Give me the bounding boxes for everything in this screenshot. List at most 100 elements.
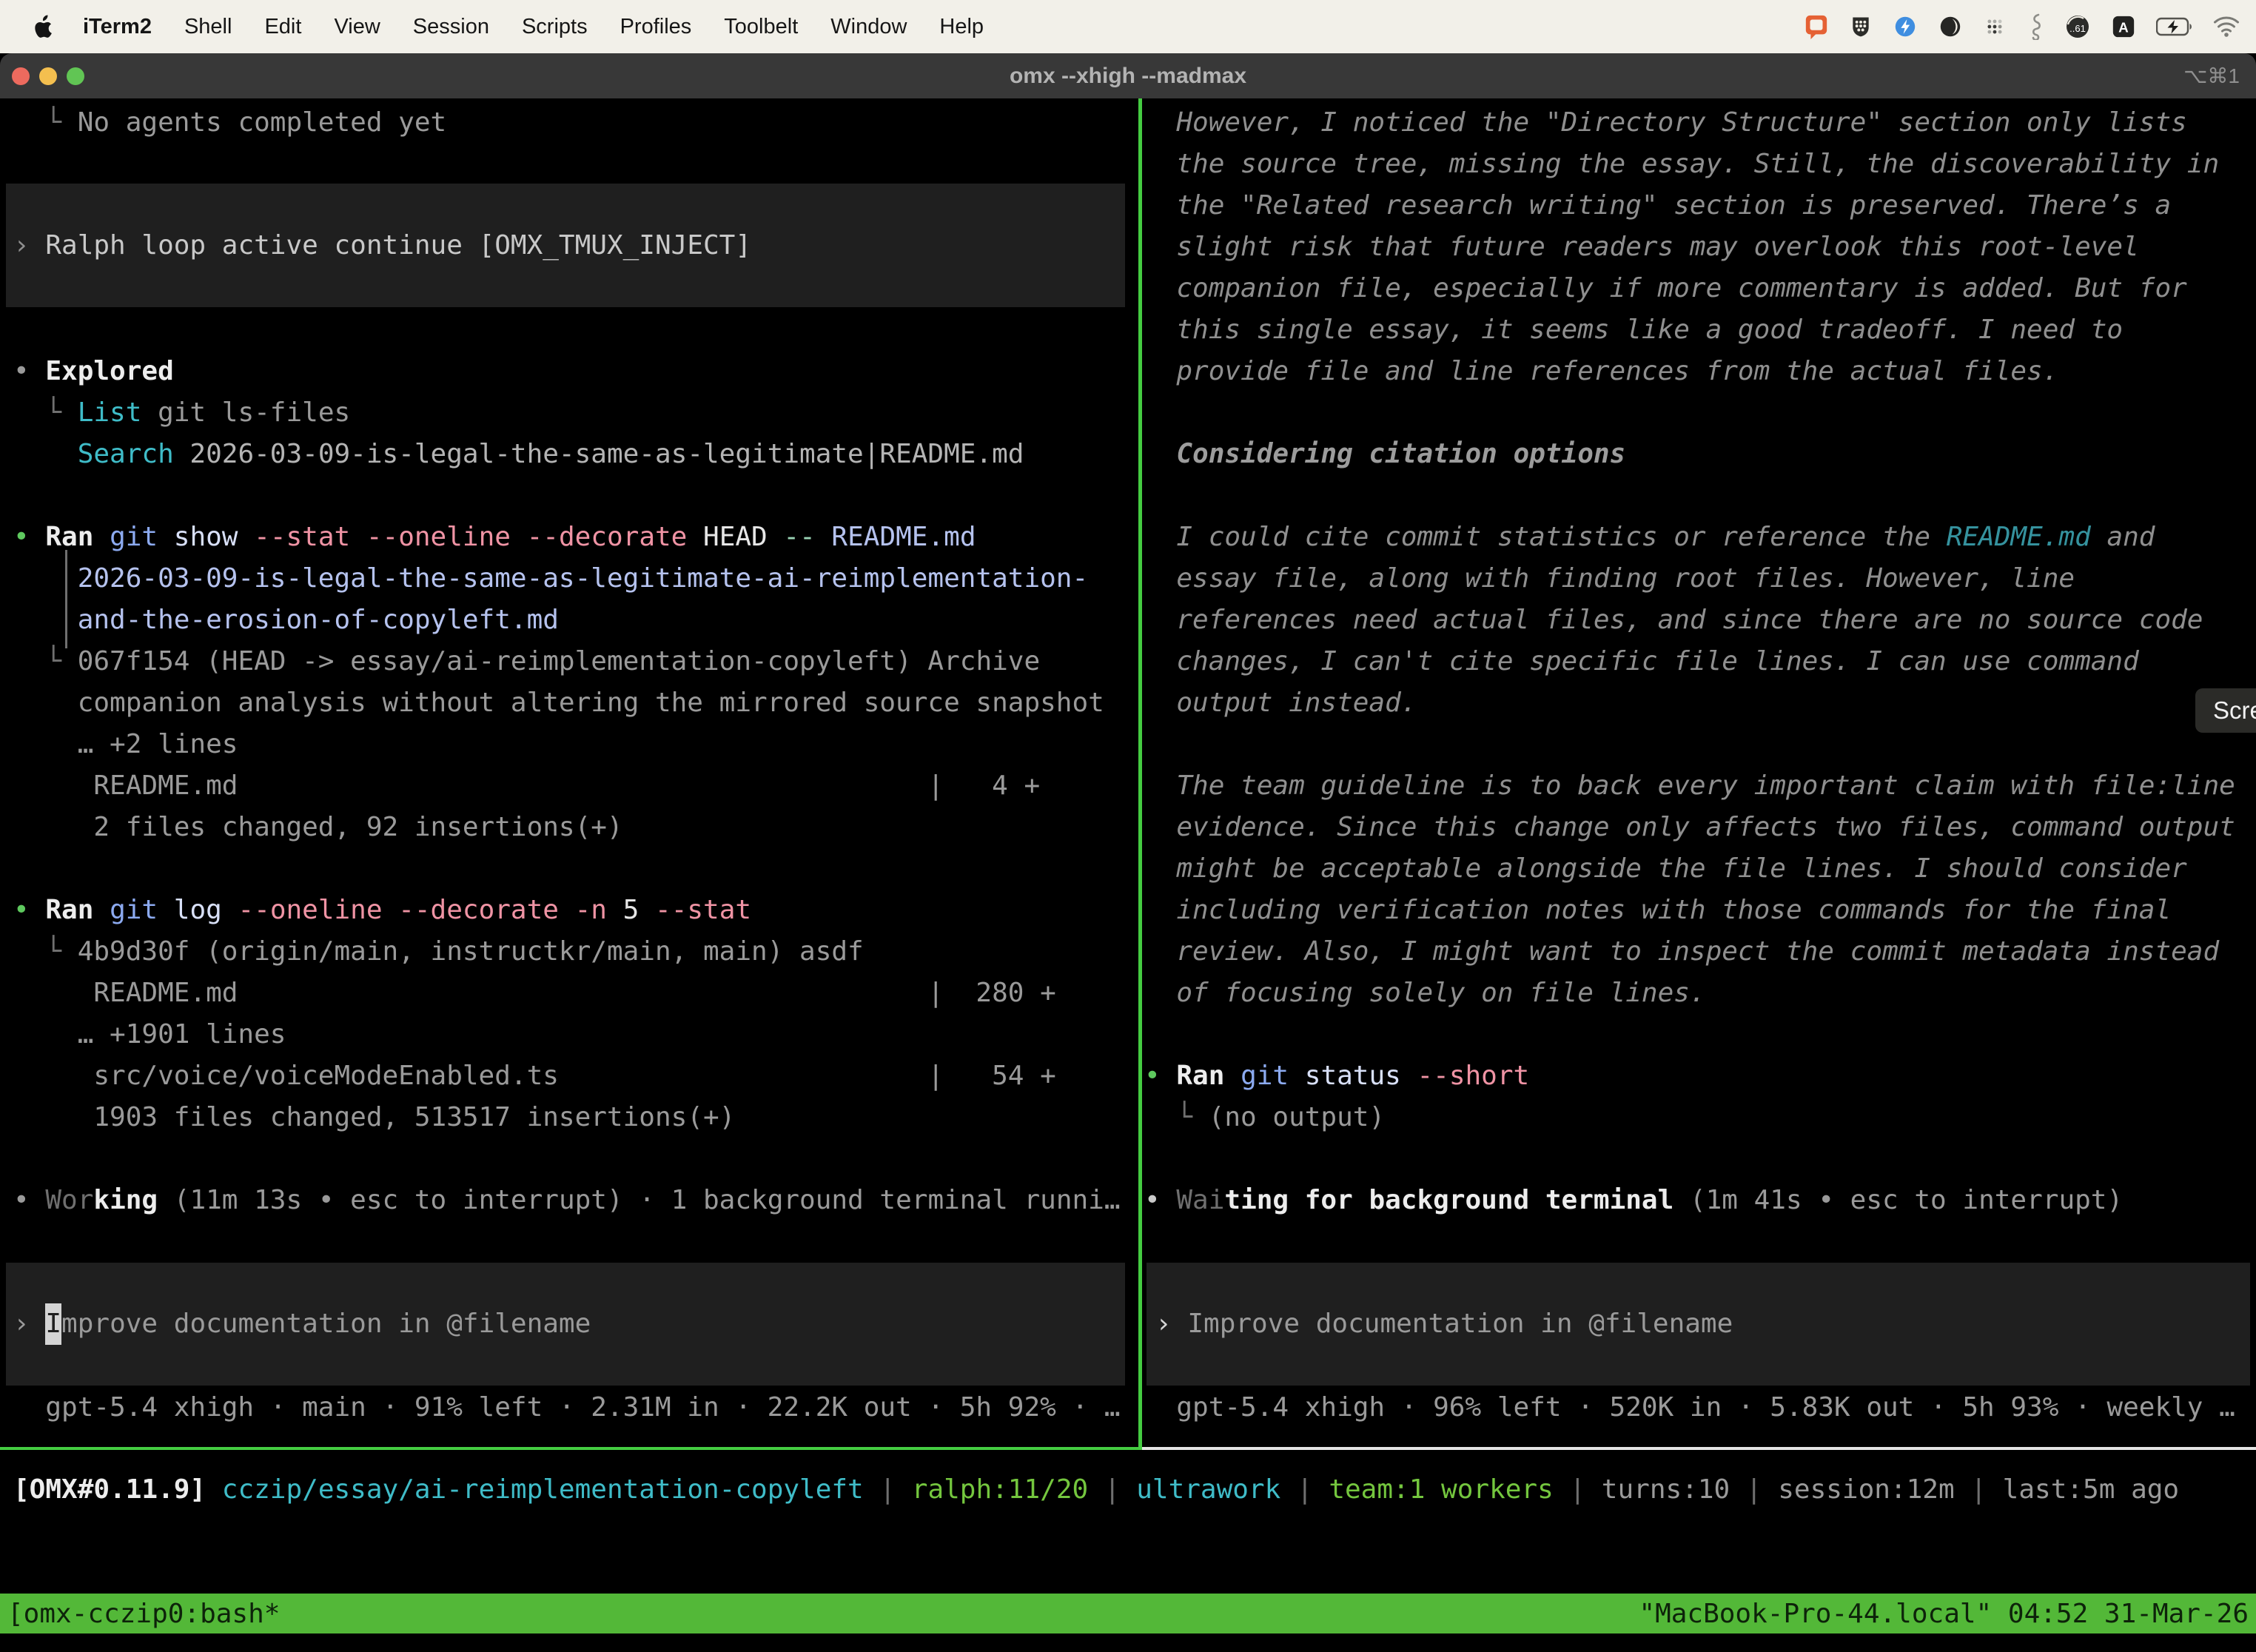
- omx-status-segment: |: [1730, 1474, 1778, 1505]
- omx-status-segment: last:5m ago: [2003, 1474, 2179, 1505]
- tmux-status-bar: [omx-cczip0:bash* "MacBook-Pro-44.local"…: [0, 1594, 2256, 1633]
- terminal-line: changes, I can't cite specific file line…: [1144, 641, 2256, 682]
- menu-item-scripts[interactable]: Scripts: [522, 15, 588, 39]
- terminal-line: references need actual files, and since …: [1144, 600, 2256, 641]
- dark-crescent-icon[interactable]: [1938, 14, 1963, 39]
- text-segment: references need actual files, and since …: [1144, 605, 2203, 635]
- omx-status-segment: ralph:11/20: [912, 1474, 1088, 1505]
- menu-item-view[interactable]: View: [334, 15, 380, 39]
- omx-status-bar: [OMX#0.11.9] cczip/essay/ai-reimplementa…: [13, 1469, 2179, 1511]
- terminal-line: of focusing solely on file lines.: [1144, 973, 2256, 1014]
- text-segment: However, I noticed the "Directory Struct…: [1144, 107, 2187, 138]
- menu-bar: iTerm2 Shell Edit View Session Scripts Profil…: [0, 0, 2256, 53]
- screen: { "window": { "title": "omx --xhigh --ma…: [0, 0, 2256, 1652]
- text-segment: (11m 13s • esc to interrupt) · 1 backgro…: [158, 1185, 1120, 1215]
- text-segment: HEAD: [703, 522, 783, 552]
- menu-item-window[interactable]: Window: [830, 15, 907, 39]
- menu-items: iTerm2 Shell Edit View Session Scripts Profil…: [83, 15, 984, 39]
- text-segment: I could cite commit statistics or refere…: [1144, 522, 1947, 552]
- omx-status-segment: |: [1088, 1474, 1136, 1505]
- text-segment: companion analysis without altering the …: [13, 688, 1104, 718]
- terminal-line: [13, 1138, 1138, 1180]
- battery-icon[interactable]: [2156, 16, 2193, 37]
- omx-status-segment: team:1 workers: [1329, 1474, 1553, 1505]
- terminal-line: the source tree, missing the essay. Stil…: [1144, 144, 2256, 185]
- menu-item-profiles[interactable]: Profiles: [620, 15, 692, 39]
- text-segment: the source tree, missing the essay. Stil…: [1144, 149, 2219, 179]
- text-segment: the "Related research writing" section i…: [1144, 190, 2171, 221]
- pane-border-bottom-right: [1142, 1447, 2256, 1450]
- text-segment: slight risk that future readers may over…: [1144, 232, 2139, 262]
- wifi-icon[interactable]: [2213, 16, 2240, 38]
- chat-app-icon[interactable]: [1804, 13, 1829, 40]
- text-segment: git ls-files: [141, 397, 350, 428]
- text-segment: --oneline --decorate: [238, 895, 574, 925]
- omx-status-segment: |: [1280, 1474, 1329, 1505]
- terminal-line: review. Also, I might want to inspect th…: [1144, 931, 2256, 973]
- terminal-line: • Ran git log --oneline --decorate -n 5 …: [13, 890, 1138, 931]
- text-segment: Wor: [45, 1185, 93, 1215]
- terminal-line: gpt-5.4 xhigh · main · 91% left · 2.31M …: [13, 1387, 1138, 1428]
- agent-input-right[interactable]: › Improve documentation in @filename: [1147, 1263, 2250, 1386]
- text-segment: might be acceptable alongside the file l…: [1144, 853, 2187, 884]
- text-segment: 2026-03-09-is-legal-the-same-as-legitima…: [174, 439, 1024, 469]
- blue-bolt-icon[interactable]: [1893, 14, 1918, 39]
- squiggle-icon[interactable]: [2027, 13, 2044, 40]
- terminal-line: [13, 144, 1138, 185]
- menu-item-shell[interactable]: Shell: [184, 15, 232, 39]
- input-prompt-icon: ›: [1155, 1303, 1187, 1345]
- omx-status-segment: turns:10: [1602, 1474, 1730, 1505]
- input-source-a-icon[interactable]: A: [2111, 14, 2136, 39]
- menu-item-toolbelt[interactable]: Toolbelt: [724, 15, 798, 39]
- pane-divider-vertical[interactable]: [1138, 98, 1142, 1450]
- text-segment: README.md: [1947, 522, 2091, 552]
- text-segment: show: [174, 522, 254, 552]
- text-segment: 2 files changed, 92 insertions(+): [13, 812, 623, 842]
- terminal-line: • Ran git show --stat --oneline --decora…: [13, 517, 1138, 558]
- terminal-line: might be acceptable alongside the file l…: [1144, 848, 2256, 890]
- tooltip-text: Scre: [2213, 696, 2256, 725]
- terminal-line: I could cite commit statistics or refere…: [1144, 517, 2256, 558]
- banner-prompt-icon: ›: [13, 225, 45, 266]
- terminal-line: └ 067f154 (HEAD -> essay/ai-reimplementa…: [13, 641, 1138, 682]
- text-segment: -n: [575, 895, 623, 925]
- terminal-pane-right[interactable]: However, I noticed the "Directory Struct…: [1142, 98, 2256, 1447]
- agent-input-left[interactable]: › Improve documentation in @filename: [6, 1263, 1125, 1386]
- terminal-line: essay file, along with finding root file…: [1144, 558, 2256, 600]
- terminal-line: [1144, 1014, 2256, 1055]
- text-segment: and-the-erosion-of-copyleft.md: [13, 605, 559, 635]
- menu-item-edit[interactable]: Edit: [264, 15, 301, 39]
- terminal-pane-left[interactable]: └ No agents completed yet• Explored └ Li…: [0, 98, 1138, 1447]
- text-segment: └: [13, 397, 78, 428]
- text-segment: •: [13, 1185, 45, 1215]
- menu-item-session[interactable]: Session: [413, 15, 489, 39]
- shield-grid-icon[interactable]: [1849, 14, 1873, 39]
- pane-border-bottom-left: [0, 1447, 1138, 1450]
- terminal-line: 2026-03-09-is-legal-the-same-as-legitima…: [13, 558, 1138, 600]
- injected-command-banner: › Ralph loop active continue [OMX_TMUX_I…: [6, 184, 1125, 307]
- terminal-line: output instead.: [1144, 682, 2256, 724]
- terminal-line: slight risk that future readers may over…: [1144, 226, 2256, 268]
- terminal-line: 1903 files changed, 513517 insertions(+): [13, 1097, 1138, 1138]
- text-segment: companion file, especially if more comme…: [1144, 273, 2187, 303]
- text-segment: log: [174, 895, 238, 925]
- terminal-line: … +2 lines: [13, 724, 1138, 765]
- terminal-line: The team guideline is to back every impo…: [1144, 765, 2256, 807]
- omx-status-segment: cczip/essay/ai-reimplementation-copyleft: [222, 1474, 864, 1505]
- text-segment: ting for background terminal: [1224, 1185, 1673, 1215]
- terminal-line: [1144, 724, 2256, 765]
- menu-item-help[interactable]: Help: [939, 15, 984, 39]
- terminal-line: └ 4b9d30f (origin/main, instructkr/main,…: [13, 931, 1138, 973]
- battery-61-icon[interactable]: ..61: [2064, 13, 2091, 40]
- svg-text:A: A: [2118, 21, 2129, 36]
- text-segment: and: [2091, 522, 2155, 552]
- menu-item-app[interactable]: iTerm2: [83, 15, 152, 39]
- text-segment: Search: [78, 439, 174, 469]
- apple-logo-icon[interactable]: [33, 15, 53, 38]
- tmux-host-clock: "MacBook-Pro-44.local" 04:52 31-Mar-26: [1639, 1599, 2249, 1629]
- window-title: omx --xhigh --madmax: [0, 53, 2256, 98]
- terminal-line: and-the-erosion-of-copyleft.md: [13, 600, 1138, 641]
- text-segment: [13, 439, 78, 469]
- terminal-line: [1144, 475, 2256, 517]
- dots-grid-icon[interactable]: [1983, 15, 2007, 38]
